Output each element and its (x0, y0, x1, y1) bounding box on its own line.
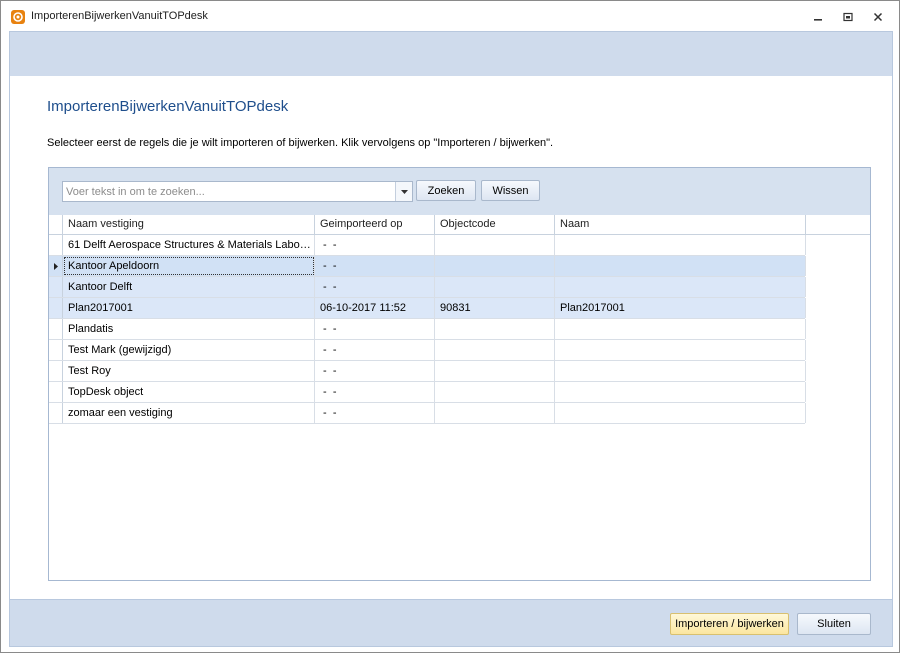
find-panel: Zoeken Wissen (49, 168, 870, 216)
cell-geimporteerd-op[interactable]: - - (315, 403, 435, 423)
column-header-naam-vestiging[interactable]: Naam vestiging (63, 215, 315, 234)
cell-naam[interactable] (555, 256, 806, 276)
clear-search-button[interactable]: Wissen (481, 180, 540, 201)
row-indicator[interactable] (49, 235, 63, 255)
grid-rows: 61 Delft Aerospace Structures & Material… (49, 235, 870, 424)
table-row[interactable]: Test Roy - - (49, 361, 806, 382)
column-header-naam[interactable]: Naam (555, 215, 806, 234)
chevron-down-icon (400, 189, 408, 194)
cell-naam[interactable]: Plan2017001 (555, 298, 806, 318)
main-content: ImporterenBijwerkenVanuitTOPdesk Selecte… (9, 76, 893, 599)
minimize-icon (814, 19, 822, 21)
search-history-dropdown[interactable] (395, 182, 412, 201)
window-title: ImporterenBijwerkenVanuitTOPdesk (31, 10, 208, 22)
row-indicator[interactable] (49, 361, 63, 381)
search-button[interactable]: Zoeken (416, 180, 476, 201)
cell-naam[interactable] (555, 403, 806, 423)
row-indicator-header (49, 215, 63, 234)
cell-objectcode[interactable] (435, 319, 555, 339)
cell-naam[interactable] (555, 277, 806, 297)
table-row[interactable]: 61 Delft Aerospace Structures & Material… (49, 235, 806, 256)
app-icon (11, 10, 25, 24)
search-input[interactable] (63, 182, 394, 201)
row-indicator[interactable] (49, 382, 63, 402)
cell-geimporteerd-op[interactable]: - - (315, 361, 435, 381)
cell-geimporteerd-op[interactable]: - - (315, 256, 435, 276)
cell-objectcode[interactable] (435, 382, 555, 402)
footer-bar: Importeren / bijwerken Sluiten (9, 599, 893, 647)
cell-objectcode[interactable] (435, 361, 555, 381)
row-indicator[interactable] (49, 256, 63, 276)
table-row[interactable]: Kantoor Apeldoorn - - (49, 256, 806, 277)
close-button[interactable]: Sluiten (797, 613, 871, 635)
maximize-icon (843, 12, 853, 22)
cell-naam[interactable] (555, 361, 806, 381)
close-window-button[interactable] (867, 9, 889, 25)
cell-naam[interactable] (555, 319, 806, 339)
cell-geimporteerd-op[interactable]: - - (315, 235, 435, 255)
table-row[interactable]: TopDesk object - - (49, 382, 806, 403)
cell-geimporteerd-op[interactable]: - - (315, 277, 435, 297)
cell-objectcode[interactable] (435, 340, 555, 360)
cell-naam-vestiging[interactable]: 61 Delft Aerospace Structures & Material… (63, 235, 315, 255)
column-header-objectcode[interactable]: Objectcode (435, 215, 555, 234)
minimize-button[interactable] (807, 9, 829, 25)
cell-geimporteerd-op[interactable]: - - (315, 382, 435, 402)
row-indicator[interactable] (49, 298, 63, 318)
dialog-window: ImporterenBijwerkenVanuitTOPdesk Importe… (0, 0, 900, 653)
table-row[interactable]: Test Mark (gewijzigd) - - (49, 340, 806, 361)
cell-naam-vestiging[interactable]: Plan2017001 (63, 298, 315, 318)
cell-naam-vestiging[interactable]: Test Roy (63, 361, 315, 381)
page-title: ImporterenBijwerkenVanuitTOPdesk (47, 98, 289, 115)
cell-objectcode[interactable] (435, 256, 555, 276)
cell-naam-vestiging[interactable]: TopDesk object (63, 382, 315, 402)
current-row-arrow-icon (53, 262, 58, 270)
cell-objectcode[interactable] (435, 277, 555, 297)
table-row[interactable]: Plan2017001 06-10-2017 11:52 90831 Plan2… (49, 298, 806, 319)
cell-objectcode[interactable]: 90831 (435, 298, 555, 318)
cell-geimporteerd-op[interactable]: 06-10-2017 11:52 (315, 298, 435, 318)
cell-naam[interactable] (555, 340, 806, 360)
title-bar[interactable]: ImporterenBijwerkenVanuitTOPdesk (1, 1, 899, 31)
maximize-button[interactable] (837, 9, 859, 25)
row-indicator[interactable] (49, 340, 63, 360)
cell-naam-vestiging[interactable]: Test Mark (gewijzigd) (63, 340, 315, 360)
cell-geimporteerd-op[interactable]: - - (315, 340, 435, 360)
cell-naam-vestiging[interactable]: Kantoor Delft (63, 277, 315, 297)
table-row[interactable]: zomaar een vestiging - - (49, 403, 806, 424)
grid-header: Naam vestiging Geimporteerd op Objectcod… (49, 215, 870, 235)
cell-naam[interactable] (555, 382, 806, 402)
row-indicator[interactable] (49, 277, 63, 297)
cell-naam-vestiging[interactable]: zomaar een vestiging (63, 403, 315, 423)
search-combobox[interactable] (62, 181, 413, 202)
cell-objectcode[interactable] (435, 235, 555, 255)
row-indicator[interactable] (49, 403, 63, 423)
instruction-text: Selecteer eerst de regels die je wilt im… (47, 137, 554, 149)
cell-objectcode[interactable] (435, 403, 555, 423)
import-update-button[interactable]: Importeren / bijwerken (670, 613, 789, 635)
table-row[interactable]: Plandatis - - (49, 319, 806, 340)
cell-naam-vestiging[interactable]: Kantoor Apeldoorn (63, 256, 315, 276)
cell-geimporteerd-op[interactable]: - - (315, 319, 435, 339)
data-grid: Zoeken Wissen Naam vestiging Geimporteer… (48, 167, 871, 581)
table-row[interactable]: Kantoor Delft - - (49, 277, 806, 298)
cell-naam[interactable] (555, 235, 806, 255)
row-indicator[interactable] (49, 319, 63, 339)
close-icon (873, 12, 883, 22)
cell-naam-vestiging[interactable]: Plandatis (63, 319, 315, 339)
ribbon-area (9, 31, 893, 77)
column-header-geimporteerd-op[interactable]: Geimporteerd op (315, 215, 435, 234)
